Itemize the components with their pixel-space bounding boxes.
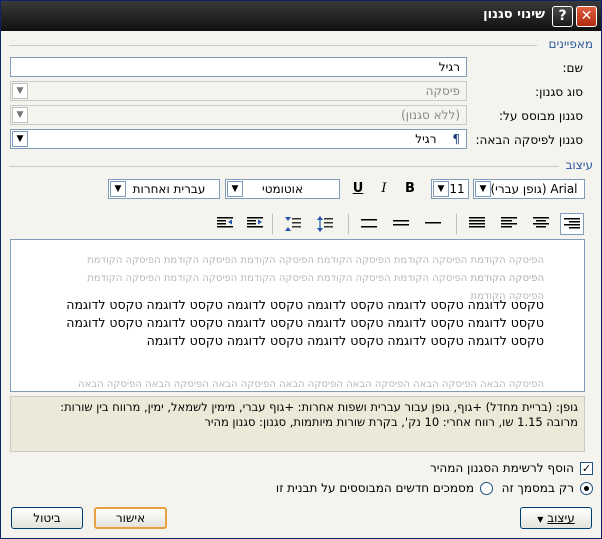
style-type-dropdown: פיסקה ▼ (10, 81, 467, 101)
font-color-value: אוטומטי (262, 182, 303, 196)
bold-button[interactable]: B (400, 179, 420, 199)
formatting-divider (9, 166, 559, 167)
chevron-down-icon: ▼ (433, 181, 449, 197)
italic-button[interactable]: I (374, 179, 394, 199)
new-documents-radio[interactable] (480, 482, 493, 495)
only-this-document-label: רק במסמך זה (501, 481, 574, 495)
space-after-icon (285, 217, 301, 231)
chevron-down-icon: ▼ (12, 83, 28, 99)
script-value: עברית ואחרות (132, 182, 206, 196)
properties-section-label: מאפיינים (548, 37, 593, 51)
align-left-icon (501, 217, 517, 228)
space-before-icon (317, 216, 333, 232)
font-dropdown[interactable]: (גופן עברי) Arial ▼ (473, 179, 585, 199)
justify-icon (469, 217, 485, 228)
properties-divider (9, 45, 537, 46)
underline-button[interactable]: U (348, 179, 368, 199)
next-style-value: רגיל (415, 132, 437, 146)
align-center-button[interactable] (530, 213, 554, 235)
chevron-down-icon: ▼ (475, 181, 491, 197)
toolbar-separator (456, 214, 457, 234)
justify-button[interactable] (466, 213, 490, 235)
style-description: גופן: (בריית מחדל) +גוף, גופן עבור עברית… (10, 396, 585, 452)
format-button-label: עיצוב (547, 511, 575, 525)
chevron-down-icon: ▼ (12, 107, 28, 123)
chevron-down-icon: ▼ (110, 181, 126, 197)
based-on-label: סגנון מבוסס על: (498, 109, 583, 123)
toolbar-separator (272, 214, 273, 234)
next-paragraph-line: הפיסקה הבאה הפיסקה הבאה הפיסקה הבאה הפיס… (78, 379, 544, 390)
one-half-spacing-button[interactable] (390, 213, 414, 235)
cancel-button[interactable]: ביטול (11, 507, 83, 529)
align-right-icon (564, 218, 580, 229)
paragraph-mark-icon: ¶ (452, 132, 460, 146)
based-on-value: (ללא סגנון) (401, 108, 460, 122)
increase-indent-button[interactable] (214, 213, 238, 235)
style-description-line: מרובה 1.15 שו, רווח אחרי: 10 נק', בקרת ש… (204, 415, 578, 429)
style-preview: הפיסקה הקודמת הפיסקה הקודמת הפיסקה הקודמ… (10, 239, 585, 392)
decrease-indent-icon (247, 217, 263, 228)
line-spacing-single-icon (425, 222, 441, 224)
single-spacing-button[interactable] (422, 213, 446, 235)
font-size-dropdown[interactable]: 11 ▼ (431, 179, 469, 199)
chevron-down-icon: ▼ (537, 515, 544, 524)
next-style-dropdown[interactable]: ¶ רגיל ▼ (10, 129, 467, 149)
add-quick-style-checkbox[interactable]: ✓ (580, 462, 593, 475)
style-description-line: גופן: (בריית מחדל) +גוף, גופן עבור עברית… (60, 400, 578, 414)
ok-button[interactable]: אישור (94, 507, 167, 529)
style-type-value: פיסקה (425, 84, 460, 98)
increase-indent-icon (217, 217, 233, 228)
dialog-title: שינוי סגנון (483, 7, 545, 22)
align-right-button[interactable] (560, 213, 584, 235)
decrease-space-before-button[interactable] (314, 213, 338, 235)
formatting-section-label: עיצוב (565, 158, 593, 172)
modify-style-dialog: שינוי סגנון ? ✕ מאפיינים שם: רגיל סוג סג… (0, 0, 602, 539)
align-center-icon (533, 217, 549, 228)
new-documents-label: מסמכים חדשים המבוססים על תבנית זו (275, 481, 474, 495)
font-color-dropdown[interactable]: אוטומטי ▼ (225, 179, 340, 199)
sample-text: טקסט לדוגמה טקסט לדוגמה טקסט לדוגמה טקסט… (66, 297, 544, 348)
add-quick-style-label: הוסף לרשימת הסגנון המהיר (429, 461, 574, 475)
align-left-button[interactable] (498, 213, 522, 235)
help-button[interactable]: ? (552, 6, 573, 27)
close-button[interactable]: ✕ (576, 6, 597, 27)
name-field[interactable]: רגיל (10, 57, 467, 77)
title-bar: שינוי סגנון ? ✕ (1, 1, 601, 31)
chevron-down-icon: ▼ (227, 181, 243, 197)
next-style-label: סגנון לפיסקה הבאה: (475, 133, 583, 147)
only-this-document-radio[interactable] (580, 482, 593, 495)
format-menu-button[interactable]: עיצוב ▼ (520, 507, 592, 529)
style-type-label: סוג סגנון: (535, 85, 583, 99)
chevron-down-icon[interactable]: ▼ (12, 131, 28, 147)
based-on-dropdown: (ללא סגנון) ▼ (10, 105, 467, 125)
decrease-indent-button[interactable] (244, 213, 268, 235)
toolbar-separator (348, 214, 349, 234)
line-spacing-one-half-icon (393, 220, 409, 226)
double-spacing-button[interactable] (358, 213, 382, 235)
font-value: (גופן עברי) Arial (490, 182, 578, 196)
name-label: שם: (562, 61, 583, 75)
increase-space-before-button[interactable] (282, 213, 306, 235)
line-spacing-double-icon (361, 219, 377, 228)
script-dropdown[interactable]: עברית ואחרות ▼ (108, 179, 220, 199)
